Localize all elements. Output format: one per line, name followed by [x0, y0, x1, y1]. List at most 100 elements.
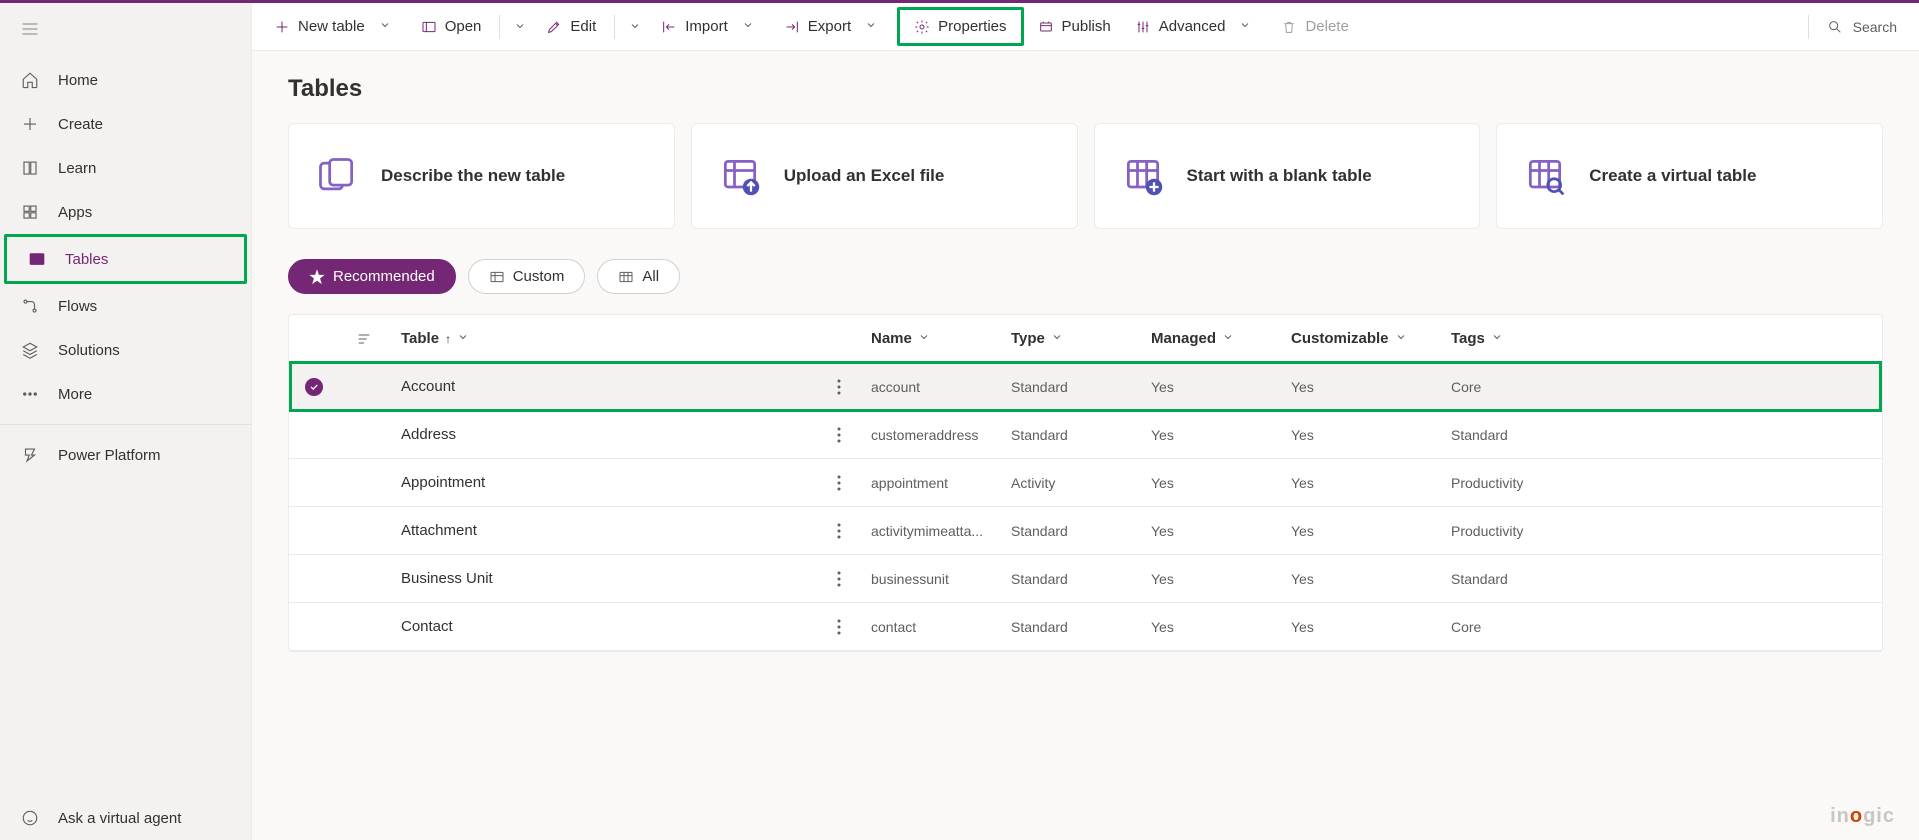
hamburger-button[interactable]	[0, 3, 251, 58]
ask-virtual-agent[interactable]: Ask a virtual agent	[0, 796, 251, 840]
edit-button[interactable]: Edit	[536, 12, 606, 41]
chevron-down-icon[interactable]	[457, 330, 469, 347]
ask-agent-label: Ask a virtual agent	[58, 810, 181, 827]
pill-recommended[interactable]: Recommended	[288, 259, 456, 294]
sidebar-item-power-platform[interactable]: Power Platform	[0, 433, 251, 477]
table-row[interactable]: Contact contact Standard Yes Yes Core	[289, 603, 1882, 651]
card-virtual-table[interactable]: Create a virtual table	[1496, 123, 1883, 229]
cmd-label: Delete	[1305, 18, 1348, 35]
sidebar-item-solutions[interactable]: Solutions	[0, 328, 251, 372]
cmd-label: Edit	[570, 18, 596, 35]
sidebar-item-label: Solutions	[58, 342, 120, 359]
col-type[interactable]: Type	[999, 330, 1139, 347]
row-type: Standard	[999, 523, 1139, 539]
pill-label: All	[642, 268, 659, 285]
chevron-down-icon[interactable]	[736, 12, 760, 41]
cmd-label: Open	[445, 18, 482, 35]
col-customizable[interactable]: Customizable	[1279, 330, 1439, 347]
row-type: Standard	[999, 571, 1139, 587]
chevron-down-icon[interactable]	[1222, 330, 1234, 347]
delete-button: Delete	[1271, 12, 1358, 41]
tables-grid: Table ↑ Name Type Managed	[288, 314, 1883, 652]
upload-icon	[716, 152, 764, 200]
sidebar-item-label: Learn	[58, 160, 96, 177]
card-blank-table[interactable]: Start with a blank table	[1094, 123, 1481, 229]
row-tags: Productivity	[1439, 475, 1579, 491]
table-row[interactable]: Business Unit businessunit Standard Yes …	[289, 555, 1882, 603]
apps-icon	[20, 202, 40, 222]
table-row[interactable]: Address customeraddress Standard Yes Yes…	[289, 411, 1882, 459]
row-more-button[interactable]	[819, 523, 859, 539]
blank-table-icon	[1119, 152, 1167, 200]
cmd-label: Export	[808, 18, 851, 35]
col-managed[interactable]: Managed	[1139, 330, 1279, 347]
row-more-button[interactable]	[819, 379, 859, 395]
card-label: Describe the new table	[381, 166, 565, 186]
row-name: customeraddress	[859, 427, 999, 443]
properties-button[interactable]: Properties	[904, 12, 1016, 41]
col-table[interactable]: Table ↑	[389, 330, 819, 347]
edit-dropdown[interactable]	[623, 13, 647, 41]
row-name: account	[859, 379, 999, 395]
sidebar-item-flows[interactable]: Flows	[0, 284, 251, 328]
row-name: appointment	[859, 475, 999, 491]
card-upload-excel[interactable]: Upload an Excel file	[691, 123, 1078, 229]
flow-icon	[20, 296, 40, 316]
new-table-button[interactable]: New table	[264, 6, 407, 47]
chevron-down-icon[interactable]	[1233, 12, 1257, 41]
table-row[interactable]: Account account Standard Yes Yes Core	[289, 363, 1882, 411]
row-customizable: Yes	[1279, 571, 1439, 587]
advanced-button[interactable]: Advanced	[1125, 6, 1268, 47]
card-label: Start with a blank table	[1187, 166, 1372, 186]
sidebar-item-learn[interactable]: Learn	[0, 146, 251, 190]
row-more-button[interactable]	[819, 427, 859, 443]
col-name[interactable]: Name	[859, 330, 999, 347]
row-more-button[interactable]	[819, 571, 859, 587]
home-icon	[20, 70, 40, 90]
sidebar: Home Create Learn Apps Tables	[0, 3, 252, 840]
chevron-down-icon[interactable]	[1491, 330, 1503, 347]
publish-button[interactable]: Publish	[1028, 12, 1121, 41]
chevron-down-icon[interactable]	[373, 12, 397, 41]
table-row[interactable]: Attachment activitymimeatta... Standard …	[289, 507, 1882, 555]
open-dropdown[interactable]	[508, 13, 532, 41]
import-button[interactable]: Import	[651, 6, 770, 47]
row-more-button[interactable]	[819, 619, 859, 635]
chevron-down-icon[interactable]	[859, 12, 883, 41]
sidebar-item-create[interactable]: Create	[0, 102, 251, 146]
open-button[interactable]: Open	[411, 12, 492, 41]
chevron-down-icon[interactable]	[1395, 330, 1407, 347]
table-row[interactable]: Appointment appointment Activity Yes Yes…	[289, 459, 1882, 507]
sidebar-item-home[interactable]: Home	[0, 58, 251, 102]
row-tags: Core	[1439, 619, 1579, 635]
row-managed: Yes	[1139, 571, 1279, 587]
action-cards: Describe the new table Upload an Excel f…	[288, 123, 1883, 229]
sidebar-item-more[interactable]: More	[0, 372, 251, 416]
row-customizable: Yes	[1279, 427, 1439, 443]
sidebar-item-apps[interactable]: Apps	[0, 190, 251, 234]
check-icon[interactable]	[305, 378, 323, 396]
pill-all[interactable]: All	[597, 259, 680, 294]
pill-custom[interactable]: Custom	[468, 259, 586, 294]
chevron-down-icon[interactable]	[1051, 330, 1063, 347]
col-tags[interactable]: Tags	[1439, 330, 1579, 347]
chevron-down-icon[interactable]	[918, 330, 930, 347]
cmd-label: Import	[685, 18, 728, 35]
more-icon	[20, 384, 40, 404]
row-table-name: Business Unit	[389, 570, 819, 587]
cmd-label: Properties	[938, 18, 1006, 35]
layers-icon	[20, 340, 40, 360]
row-tags: Standard	[1439, 571, 1579, 587]
row-more-button[interactable]	[819, 475, 859, 491]
row-managed: Yes	[1139, 523, 1279, 539]
row-managed: Yes	[1139, 379, 1279, 395]
describe-icon	[313, 152, 361, 200]
pill-label: Custom	[513, 268, 565, 285]
book-icon	[20, 158, 40, 178]
export-button[interactable]: Export	[774, 6, 893, 47]
sidebar-item-label: Flows	[58, 298, 97, 315]
sidebar-item-tables[interactable]: Tables	[7, 237, 244, 281]
sort-icon[interactable]	[339, 331, 389, 347]
card-describe-table[interactable]: Describe the new table	[288, 123, 675, 229]
search-button[interactable]: Search	[1817, 13, 1907, 41]
